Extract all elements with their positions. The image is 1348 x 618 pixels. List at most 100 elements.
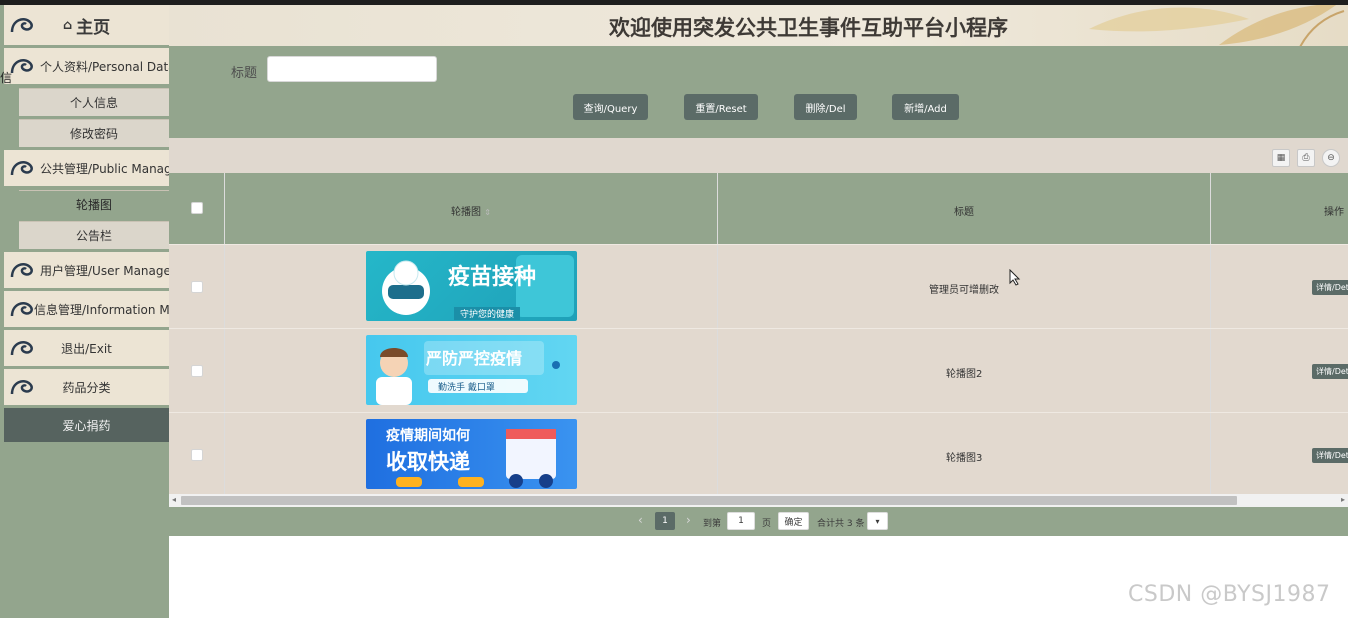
add-button[interactable]: 新增/Add — [892, 94, 959, 120]
sidebar-group-label: 信息管理/Information Management — [34, 302, 169, 317]
sidebar-group-public[interactable]: 公共管理/Public Management — [4, 150, 169, 186]
columns-icon[interactable]: ▦ — [1272, 149, 1290, 167]
next-page-icon[interactable]: › — [686, 513, 691, 527]
page-unit-label: 页 — [762, 519, 772, 529]
title-search-input[interactable] — [267, 56, 437, 82]
sidebar-group-information[interactable]: 信息管理/Information Management — [4, 291, 169, 327]
carousel-image: 严防严控疫情 勤洗手 戴口罩 — [366, 335, 577, 405]
banner-heading: 严防严控疫情 — [426, 349, 523, 368]
goto-page-input[interactable]: 1 — [727, 512, 755, 530]
column-divider — [224, 413, 225, 494]
table-header-row: 轮播图 ⇕ 标题 操作 — [169, 173, 1348, 244]
export-icon[interactable]: ⊖ — [1322, 149, 1340, 167]
pagination: ‹ 1 › 到第 1 页 确定 合计共 3 条 ▾ — [169, 507, 1348, 536]
title-label: 标题 — [231, 66, 258, 81]
swirl-decoration-icon — [10, 263, 33, 278]
search-panel: 标题 查询/Query 重置/Reset 删除/Del 新增/Add — [169, 46, 1348, 138]
horizontal-scrollbar[interactable]: ◂ ▸ — [169, 494, 1348, 507]
column-header-actions: 操作 — [1324, 207, 1344, 218]
select-all-checkbox[interactable] — [191, 202, 203, 214]
table-row: 疫苗接种 守护您的健康 管理员可增删改 详情/Detail — [169, 244, 1348, 328]
prev-page-icon[interactable]: ‹ — [638, 513, 643, 527]
leaf-decoration-icon — [1089, 5, 1345, 46]
sidebar-group-personal[interactable]: 个人资料/Personal Data — [4, 48, 169, 84]
detail-button[interactable]: 详情/Detail — [1312, 364, 1348, 379]
detail-button[interactable]: 详情/Detail — [1312, 448, 1348, 463]
delete-button[interactable]: 删除/Del — [794, 94, 857, 120]
column-divider — [717, 413, 718, 494]
banner-subtitle: 守护您的健康 — [454, 307, 521, 320]
table-row: 疫情期间如何 收取快递 轮播图3 详情/Detail — [169, 412, 1348, 494]
page-size-select[interactable]: ▾ — [867, 512, 888, 530]
column-divider — [717, 173, 718, 244]
carousel-image: 疫情期间如何 收取快递 — [366, 419, 577, 489]
sidebar-item-label: 退出/Exit — [61, 341, 112, 356]
column-divider — [717, 329, 718, 412]
row-checkbox[interactable] — [191, 281, 203, 293]
sidebar-item-label: 个人信息 — [69, 96, 118, 110]
reset-button[interactable]: 重置/Reset — [684, 94, 758, 120]
row-title: 管理员可增删改 — [929, 285, 999, 296]
query-button[interactable]: 查询/Query — [573, 94, 648, 120]
column-header-title: 标题 — [954, 207, 974, 218]
sidebar-item-notice[interactable]: 公告栏 — [19, 221, 169, 249]
sidebar-item-change-password[interactable]: 修改密码 — [19, 119, 169, 147]
column-header-label: 轮播图 — [451, 207, 481, 218]
column-divider — [717, 245, 718, 328]
banner-heading: 疫苗接种 — [448, 265, 537, 290]
sidebar-overflow-glyph: 信 — [0, 71, 13, 85]
page-number-current[interactable]: 1 — [655, 512, 675, 530]
sidebar: ⌂ 主页 个人资料/Personal Data 个人信息 修改密码 公共管理/P… — [0, 5, 169, 618]
print-icon[interactable]: ⎙ — [1297, 149, 1315, 167]
scroll-left-icon[interactable]: ◂ — [172, 495, 176, 504]
column-divider — [224, 245, 225, 328]
chevron-down-icon: ▾ — [875, 516, 880, 526]
sidebar-group-users[interactable]: 用户管理/User Management — [4, 252, 169, 288]
total-count: 合计共 3 条 — [817, 519, 865, 529]
goto-confirm-button[interactable]: 确定 — [778, 512, 809, 530]
column-divider — [1210, 413, 1211, 494]
row-checkbox[interactable] — [191, 449, 203, 461]
swirl-decoration-icon — [10, 302, 33, 317]
swirl-decoration-icon — [10, 161, 33, 176]
sidebar-group-label: 公共管理/Public Management — [40, 161, 169, 176]
sidebar-item-donation[interactable]: 爱心捐药 — [4, 408, 169, 442]
carousel-image: 疫苗接种 守护您的健康 — [366, 251, 577, 321]
column-divider — [224, 173, 225, 244]
column-divider — [1210, 173, 1211, 244]
sidebar-item-label: 爱心捐药 — [62, 418, 111, 433]
scrollbar-thumb[interactable] — [181, 496, 1237, 505]
row-title: 轮播图3 — [946, 453, 983, 464]
sidebar-item-drug-category[interactable]: 药品分类 — [4, 369, 169, 405]
sidebar-item-exit[interactable]: 退出/Exit — [4, 330, 169, 366]
swirl-decoration-icon — [10, 380, 33, 395]
sidebar-item-carousel[interactable]: 轮播图 — [19, 190, 169, 218]
sidebar-group-label: 用户管理/User Management — [40, 263, 169, 278]
row-title: 轮播图2 — [946, 369, 983, 380]
swirl-decoration-icon — [10, 341, 33, 356]
sidebar-item-label: 修改密码 — [69, 127, 118, 141]
sort-icon[interactable]: ⇕ — [484, 208, 491, 217]
sidebar-group-label: 个人资料/Personal Data — [40, 59, 169, 74]
page-header: 欢迎使用突发公共卫生事件互助平台小程序 — [169, 5, 1348, 46]
sidebar-home[interactable]: ⌂ 主页 — [4, 5, 169, 45]
column-header-carousel[interactable]: 轮播图 ⇕ — [451, 203, 491, 218]
row-checkbox[interactable] — [191, 365, 203, 377]
mouse-cursor-icon — [1009, 269, 1021, 286]
swirl-decoration-icon — [10, 18, 33, 33]
sidebar-item-personal-info[interactable]: 个人信息 — [19, 88, 169, 116]
column-divider — [1210, 329, 1211, 412]
column-divider — [224, 329, 225, 412]
page-title: 欢迎使用突发公共卫生事件互助平台小程序 — [609, 16, 1008, 40]
detail-button[interactable]: 详情/Detail — [1312, 280, 1348, 295]
home-icon: ⌂ — [62, 17, 73, 33]
data-table: 轮播图 ⇕ 标题 操作 疫苗接种 守护您的健康 管理员可增删改 详情/Detai… — [169, 173, 1348, 494]
scroll-right-icon[interactable]: ▸ — [1341, 495, 1345, 504]
sidebar-item-label: 公告栏 — [75, 229, 112, 243]
goto-label: 到第 — [703, 519, 722, 529]
sidebar-item-label: 轮播图 — [75, 198, 112, 212]
table-toolbar: ▦ ⎙ ⊖ — [169, 138, 1348, 173]
column-divider — [1210, 245, 1211, 328]
sidebar-item-label: 药品分类 — [62, 380, 111, 395]
banner-heading: 疫情期间如何 — [386, 428, 470, 444]
